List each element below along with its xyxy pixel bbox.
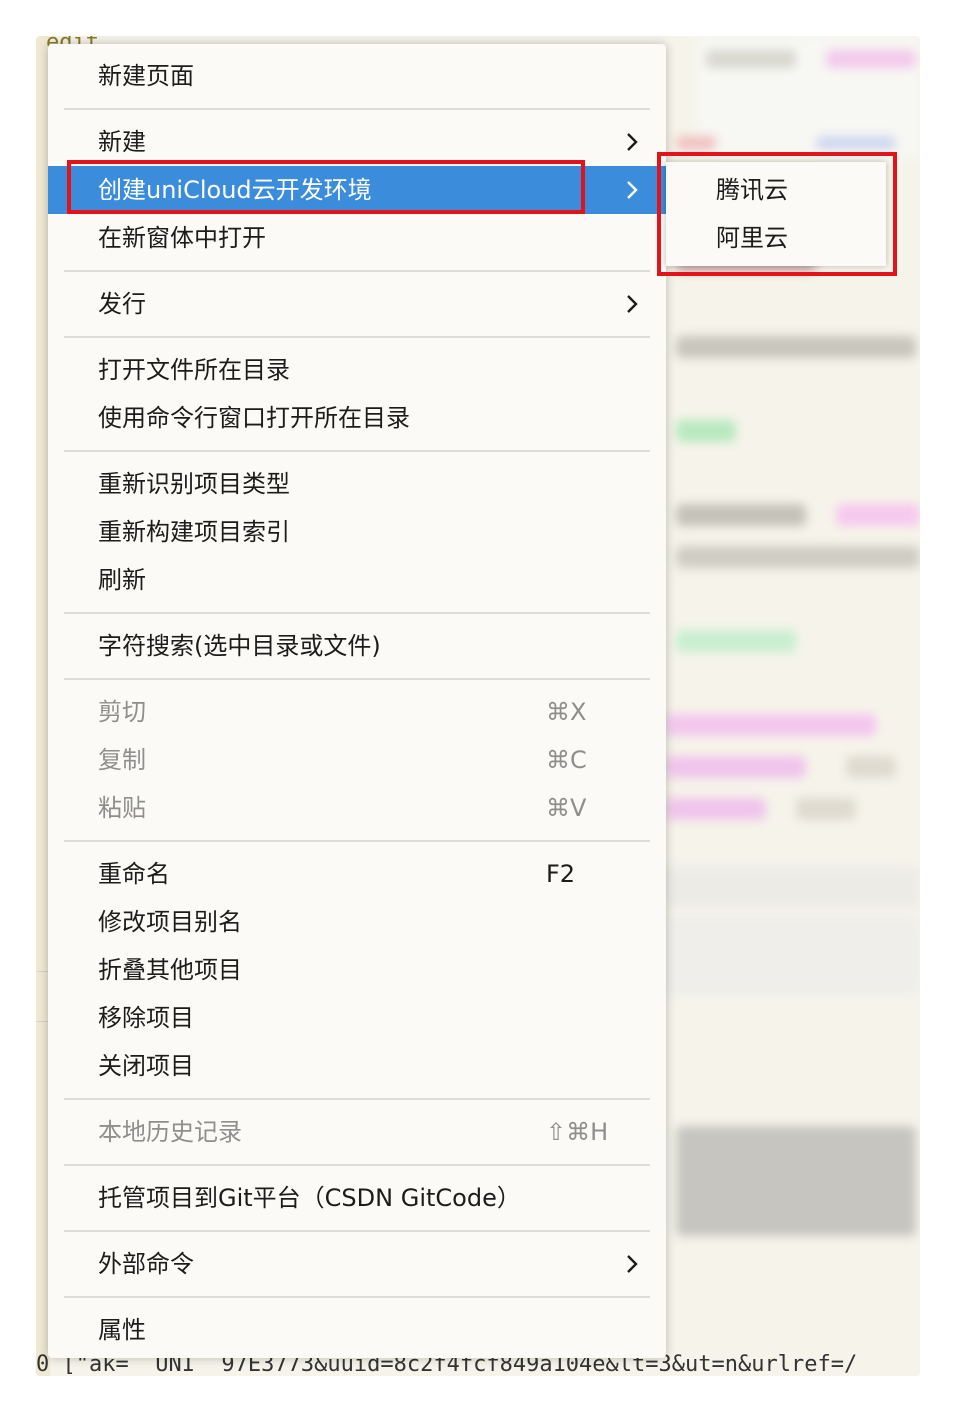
- shortcut-label: ⌘V: [546, 794, 587, 822]
- menu-separator: [64, 1098, 650, 1100]
- menu-item-cut[interactable]: 剪切 ⌘X: [48, 688, 666, 736]
- highlight-box-menu-item: [67, 160, 585, 214]
- shortcut-label: ⌘X: [546, 698, 587, 726]
- chevron-right-icon: [627, 181, 638, 199]
- menu-item-paste[interactable]: 粘贴 ⌘V: [48, 784, 666, 832]
- menu-item-close-project[interactable]: 关闭项目: [48, 1042, 666, 1090]
- menu-item-new-page[interactable]: 新建页面: [48, 52, 666, 100]
- shortcut-label: F2: [546, 860, 576, 888]
- menu-separator: [64, 612, 650, 614]
- chevron-right-icon: [627, 295, 638, 313]
- menu-item-search-text[interactable]: 字符搜索(选中目录或文件): [48, 622, 666, 670]
- menu-item-redetect-project-type[interactable]: 重新识别项目类型: [48, 460, 666, 508]
- menu-separator: [64, 1296, 650, 1298]
- menu-separator: [64, 1164, 650, 1166]
- menu-item-open-in-terminal[interactable]: 使用命令行窗口打开所在目录: [48, 394, 666, 442]
- chevron-right-icon: [627, 1255, 638, 1273]
- menu-separator: [64, 678, 650, 680]
- menu-item-remove-project[interactable]: 移除项目: [48, 994, 666, 1042]
- menu-item-edit-alias[interactable]: 修改项目别名: [48, 898, 666, 946]
- shortcut-label: ⇧⌘H: [546, 1118, 609, 1146]
- menu-item-open-new-window[interactable]: 在新窗体中打开: [48, 214, 666, 262]
- menu-item-open-containing-folder[interactable]: 打开文件所在目录: [48, 346, 666, 394]
- menu-item-publish[interactable]: 发行: [48, 280, 666, 328]
- menu-separator: [64, 108, 650, 110]
- menu-item-rename[interactable]: 重命名 F2: [48, 850, 666, 898]
- shortcut-label: ⌘C: [546, 746, 587, 774]
- menu-item-rebuild-index[interactable]: 重新构建项目索引: [48, 508, 666, 556]
- menu-item-host-on-git[interactable]: 托管项目到Git平台（CSDN GitCode）: [48, 1174, 666, 1222]
- menu-separator: [64, 336, 650, 338]
- menu-item-local-history[interactable]: 本地历史记录 ⇧⌘H: [48, 1108, 666, 1156]
- context-menu: 新建页面 新建 创建uniCloud云开发环境 在新窗体中打开 发行 打开文件所…: [48, 44, 666, 1358]
- highlight-box-submenu: [657, 152, 897, 276]
- menu-item-new[interactable]: 新建: [48, 118, 666, 166]
- menu-separator: [64, 270, 650, 272]
- menu-separator: [64, 840, 650, 842]
- chevron-right-icon: [627, 133, 638, 151]
- menu-separator: [64, 450, 650, 452]
- menu-item-collapse-others[interactable]: 折叠其他项目: [48, 946, 666, 994]
- menu-item-refresh[interactable]: 刷新: [48, 556, 666, 604]
- menu-item-copy[interactable]: 复制 ⌘C: [48, 736, 666, 784]
- menu-item-properties[interactable]: 属性: [48, 1306, 666, 1354]
- menu-item-external-commands[interactable]: 外部命令: [48, 1240, 666, 1288]
- menu-separator: [64, 1230, 650, 1232]
